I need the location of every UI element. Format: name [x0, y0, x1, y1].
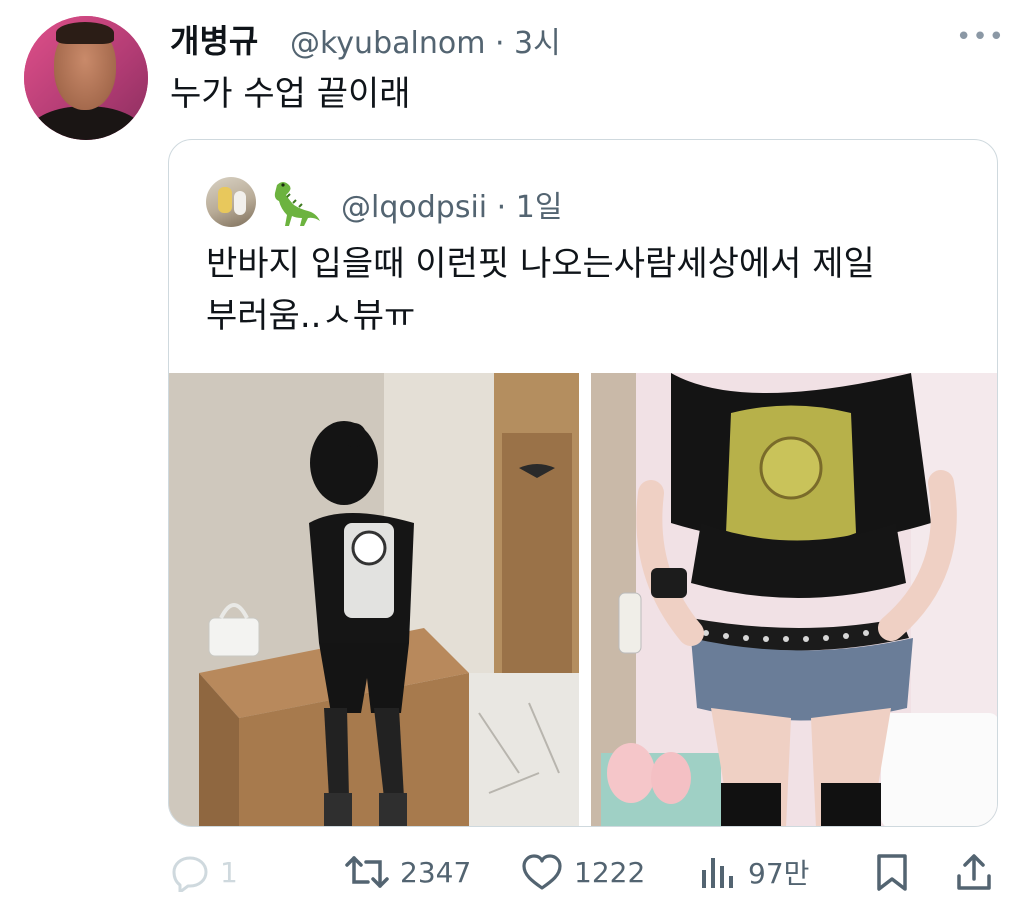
- tweet-time[interactable]: 3시: [514, 26, 561, 61]
- reply-icon: [172, 856, 208, 892]
- reply-count: 1: [220, 855, 238, 889]
- share-icon: [957, 854, 991, 890]
- bookmark-button[interactable]: [874, 852, 910, 892]
- quoted-handle[interactable]: @lqodpsii: [341, 190, 487, 225]
- bookmark-icon: [877, 854, 907, 891]
- photo-1-illustration: [169, 373, 579, 826]
- tweet-text: 누가 수업 끝이래: [170, 74, 411, 114]
- tweet-action-bar: 1 2347 1222 97만: [0, 852, 1024, 896]
- quoted-text-line1: 반바지 입을때 이런핏 나오는사람세상에서 제일: [206, 244, 875, 284]
- heart-icon: [522, 854, 562, 890]
- author-name[interactable]: 개병규: [170, 16, 258, 62]
- retweet-count: 2347: [400, 855, 472, 889]
- like-button[interactable]: 1222: [520, 852, 645, 892]
- like-count: 1222: [574, 855, 646, 889]
- author-handle-time[interactable]: @kyubalnom · 3시: [290, 18, 561, 62]
- more-horizontal-icon[interactable]: •••: [956, 22, 1005, 52]
- separator-dot: ·: [487, 190, 516, 225]
- retweet-icon: [345, 856, 389, 888]
- quoted-text-line2: 부러움..ㅅ뷰ㅠ: [206, 296, 416, 336]
- quoted-photo-2[interactable]: [591, 373, 997, 826]
- quoted-handle-time[interactable]: @lqodpsii · 1일: [341, 182, 562, 226]
- reply-button[interactable]: 1: [170, 852, 238, 892]
- author-avatar[interactable]: [24, 16, 148, 140]
- author-handle[interactable]: @kyubalnom: [290, 26, 485, 61]
- separator-dot: ·: [485, 26, 515, 61]
- views-button[interactable]: 97만: [698, 852, 809, 892]
- bar-chart-icon: [702, 858, 733, 888]
- photo-2-illustration: [591, 373, 997, 826]
- retweet-button[interactable]: 2347: [344, 852, 471, 892]
- view-count: 97만: [748, 857, 810, 890]
- share-button[interactable]: [954, 852, 994, 892]
- quoted-photo-1[interactable]: [169, 373, 579, 826]
- quoted-text: 반바지 입을때 이런핏 나오는사람세상에서 제일 부러움..ㅅ뷰ㅠ: [206, 238, 976, 342]
- quoted-author-avatar[interactable]: [206, 177, 256, 227]
- quoted-time[interactable]: 1일: [516, 190, 563, 225]
- quoted-tweet-card[interactable]: @lqodpsii · 1일 반바지 입을때 이런핏 나오는사람세상에서 제일 …: [168, 139, 998, 827]
- dinosaur-emoji: [274, 182, 320, 226]
